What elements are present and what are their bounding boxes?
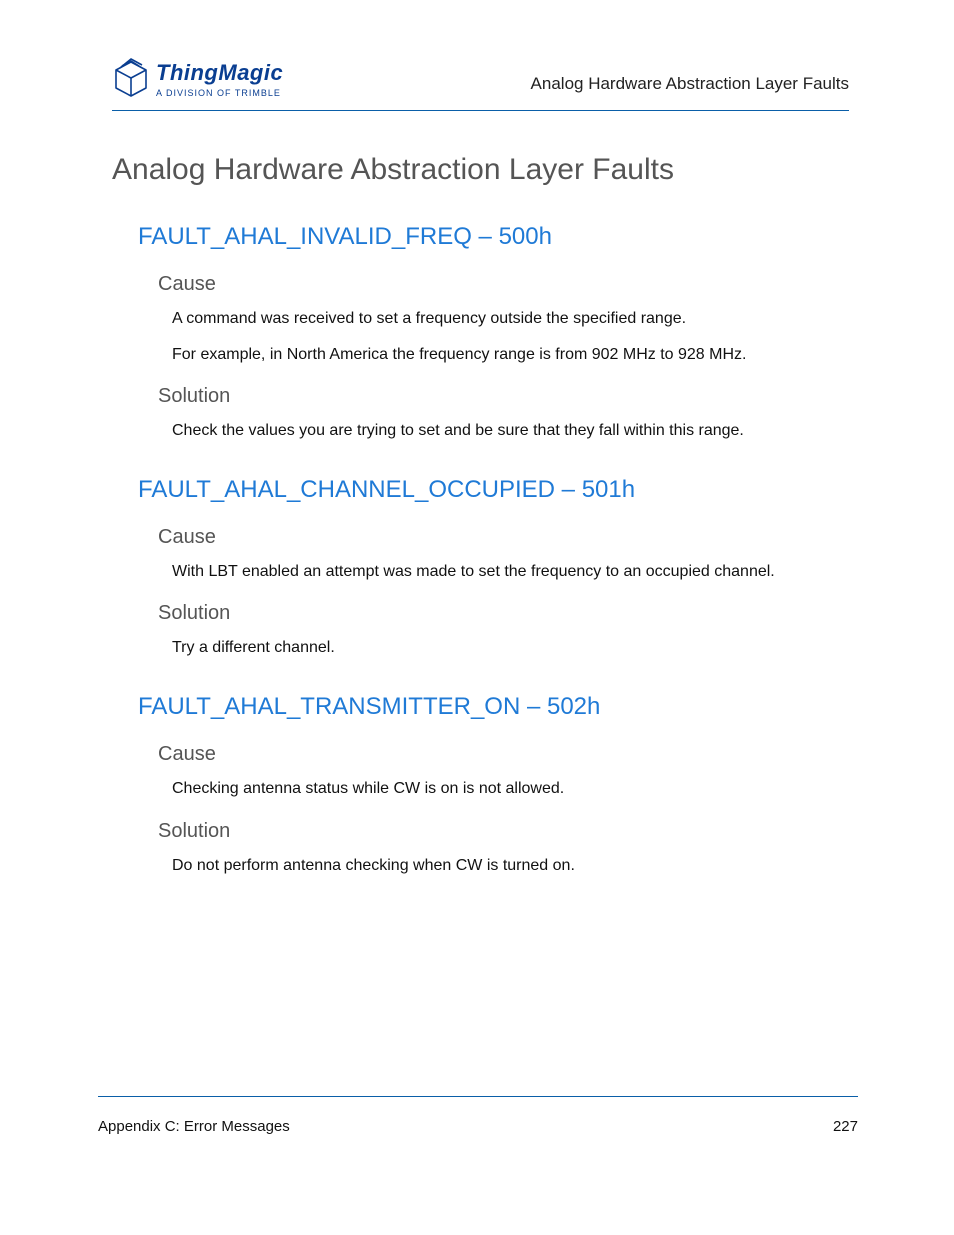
running-title: Analog Hardware Abstraction Layer Faults [531,74,849,100]
solution-heading: Solution [158,820,849,843]
cube-icon [112,58,150,100]
fault-heading: FAULT_AHAL_CHANNEL_OCCUPIED – 501h [138,476,849,504]
body-text: For example, in North America the freque… [172,344,839,366]
logo-name: ThingMagic [156,60,283,86]
logo-sub: A DIVISION OF TRIMBLE [156,88,283,98]
header-rule [112,110,849,111]
cause-heading: Cause [158,526,849,549]
cause-heading: Cause [158,273,849,296]
body-text: Checking antenna status while CW is on i… [172,778,839,800]
footer-rule [98,1096,858,1097]
solution-heading: Solution [158,385,849,408]
fault-heading: FAULT_AHAL_INVALID_FREQ – 500h [138,223,849,251]
cause-heading: Cause [158,743,849,766]
logo-text: ThingMagic A DIVISION OF TRIMBLE [156,60,283,98]
body-text: Try a different channel. [172,637,839,659]
body-text: Do not perform antenna checking when CW … [172,855,839,877]
body-text: With LBT enabled an attempt was made to … [172,561,839,583]
body-text: Check the values you are trying to set a… [172,420,839,442]
body-text: A command was received to set a frequenc… [172,308,839,330]
page-title: Analog Hardware Abstraction Layer Faults [112,153,849,187]
solution-heading: Solution [158,602,849,625]
page-header: ThingMagic A DIVISION OF TRIMBLE Analog … [112,58,849,100]
footer-left: Appendix C: Error Messages [98,1118,290,1135]
fault-heading: FAULT_AHAL_TRANSMITTER_ON – 502h [138,693,849,721]
logo: ThingMagic A DIVISION OF TRIMBLE [112,58,283,100]
page: ThingMagic A DIVISION OF TRIMBLE Analog … [0,0,954,1235]
page-number: 227 [833,1118,858,1135]
page-footer: Appendix C: Error Messages 227 [98,1118,858,1135]
